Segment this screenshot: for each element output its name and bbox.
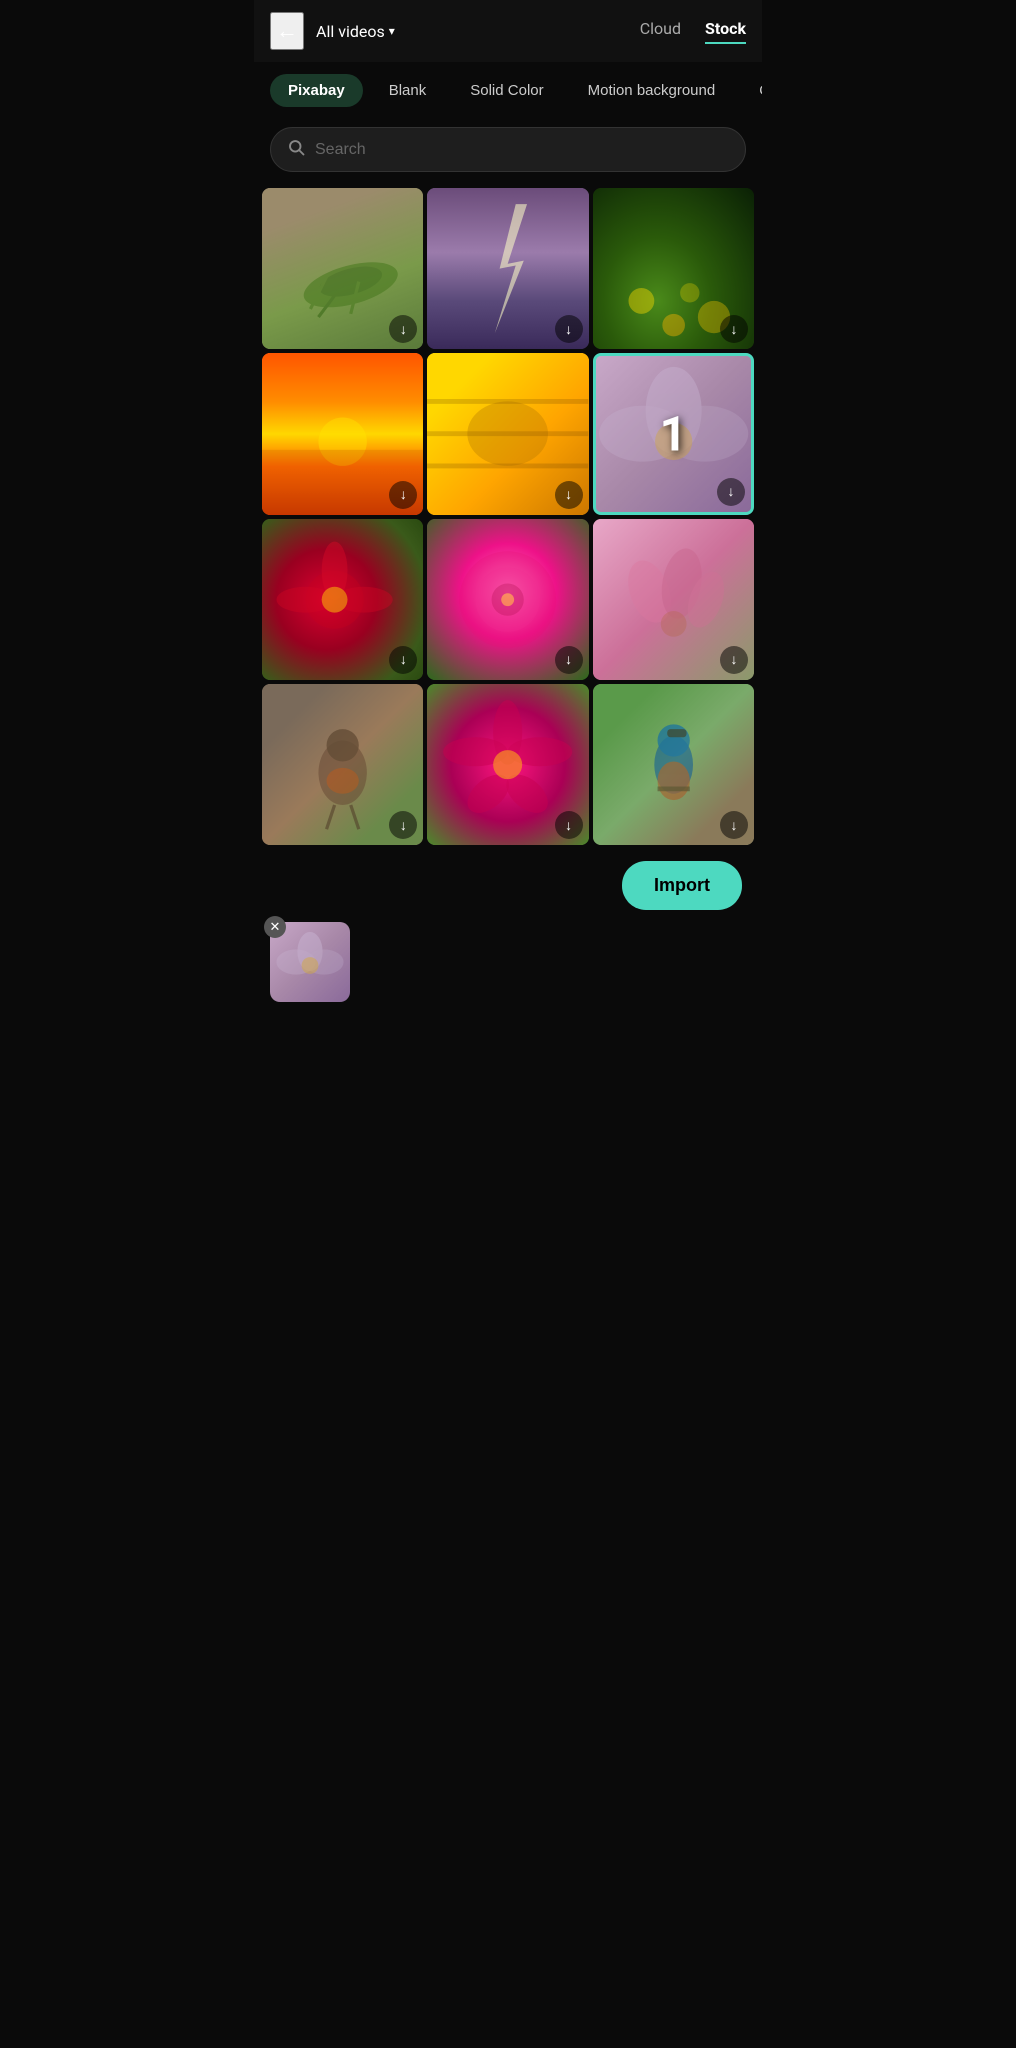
download-btn-8[interactable]: ↓: [555, 646, 583, 674]
search-input[interactable]: [315, 141, 729, 159]
preview-thumbnail[interactable]: [270, 922, 350, 1002]
media-item-7[interactable]: ↓: [262, 519, 423, 680]
media-item-5[interactable]: ↓: [427, 353, 588, 514]
download-btn-9[interactable]: ↓: [720, 646, 748, 674]
media-item-12[interactable]: ↓: [593, 684, 754, 845]
download-btn-11[interactable]: ↓: [555, 811, 583, 839]
dropdown-label: All videos: [316, 22, 385, 41]
header: ← All videos ▾ Cloud Stock: [254, 0, 762, 62]
preview-container: ✕: [270, 922, 350, 1002]
media-item-1[interactable]: ↓: [262, 188, 423, 349]
import-button[interactable]: Import: [622, 861, 742, 910]
media-grid: ↓ ↓ ↓ ↓: [254, 188, 762, 845]
search-box: [270, 127, 746, 172]
search-container: [254, 119, 762, 188]
filter-blank[interactable]: Blank: [371, 74, 445, 107]
dropdown-arrow-icon: ▾: [389, 24, 395, 38]
tab-stock[interactable]: Stock: [705, 19, 746, 44]
media-item-6[interactable]: 1 ↓: [593, 353, 754, 514]
download-btn-5[interactable]: ↓: [555, 481, 583, 509]
filter-solid-color[interactable]: Solid Color: [452, 74, 561, 107]
selected-badge-6: 1: [660, 405, 688, 462]
media-item-3[interactable]: ↓: [593, 188, 754, 349]
media-item-11[interactable]: ↓: [427, 684, 588, 845]
filter-open[interactable]: Ope...: [741, 74, 762, 107]
media-item-9[interactable]: ↓: [593, 519, 754, 680]
media-item-4[interactable]: ↓: [262, 353, 423, 514]
back-button[interactable]: ←: [270, 12, 304, 50]
import-container: Import: [254, 845, 762, 922]
all-videos-dropdown[interactable]: All videos ▾: [316, 22, 395, 41]
tab-cloud[interactable]: Cloud: [640, 19, 681, 44]
filter-bar: Pixabay Blank Solid Color Motion backgro…: [254, 62, 762, 119]
download-btn-2[interactable]: ↓: [555, 315, 583, 343]
filter-pixabay[interactable]: Pixabay: [270, 74, 363, 107]
media-item-2[interactable]: ↓: [427, 188, 588, 349]
download-btn-4[interactable]: ↓: [389, 481, 417, 509]
media-item-10[interactable]: ↓: [262, 684, 423, 845]
search-icon: [287, 138, 305, 161]
header-tabs: Cloud Stock: [407, 19, 746, 44]
filter-motion-background[interactable]: Motion background: [570, 74, 734, 107]
media-item-8[interactable]: ↓: [427, 519, 588, 680]
download-btn-6[interactable]: ↓: [717, 478, 745, 506]
